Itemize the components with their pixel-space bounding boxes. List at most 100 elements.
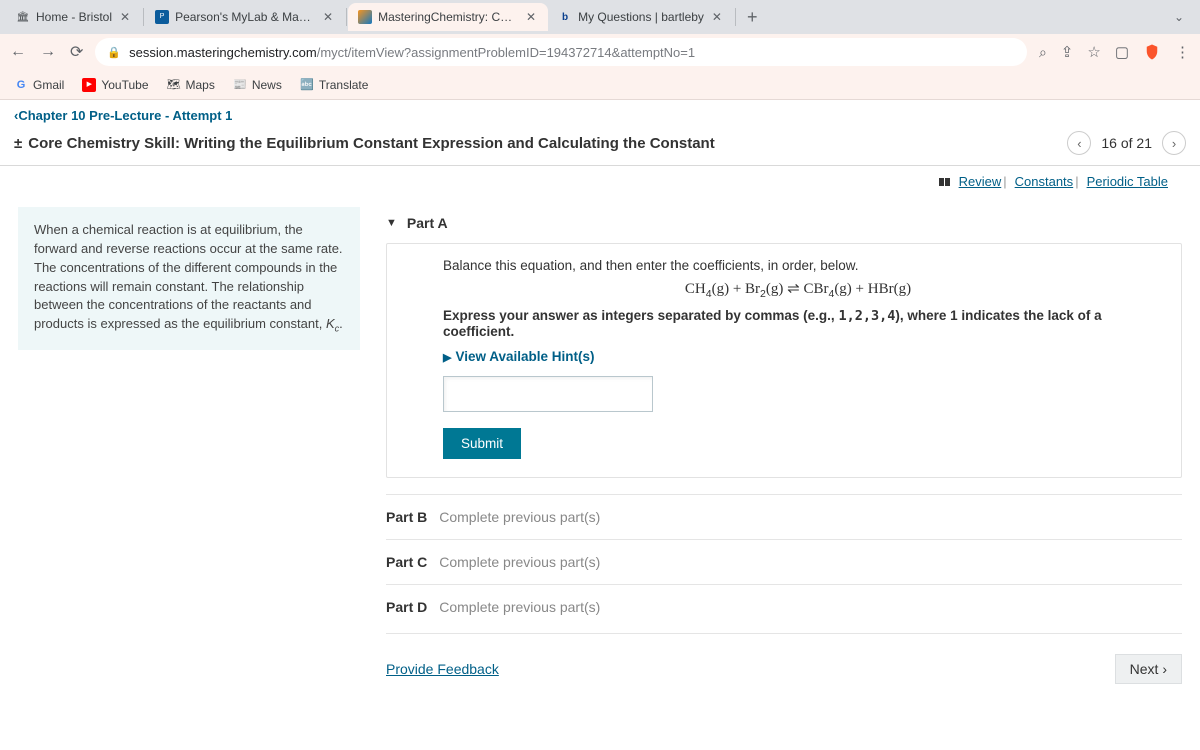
search-icon[interactable]: ⌕ bbox=[1039, 44, 1047, 61]
part-c-label: Part C bbox=[386, 554, 427, 570]
forward-icon[interactable]: → bbox=[40, 43, 56, 61]
bookmarks-bar: G Gmail ▶ YouTube 🗺 Maps 📰News 🔤 Translate bbox=[0, 70, 1200, 100]
bookmark-gmail[interactable]: G Gmail bbox=[14, 78, 64, 92]
caret-down-icon: ▼ bbox=[386, 217, 397, 229]
bookmark-label: Translate bbox=[319, 78, 369, 92]
pager-label: 16 of 21 bbox=[1101, 135, 1152, 151]
intro-text: When a chemical reaction is at equilibri… bbox=[34, 222, 343, 331]
part-b-msg: Complete previous part(s) bbox=[439, 509, 600, 525]
maps-icon: 🗺 bbox=[167, 78, 181, 92]
title-row: ± Core Chemistry Skill: Writing the Equi… bbox=[0, 127, 1200, 166]
next-button[interactable]: Next › bbox=[1115, 654, 1182, 684]
reload-icon[interactable]: ⟳ bbox=[70, 42, 83, 62]
back-icon[interactable]: ← bbox=[10, 43, 26, 61]
tabs-menu-icon[interactable]: ⌄ bbox=[1174, 10, 1184, 24]
hints-label: View Available Hint(s) bbox=[455, 349, 594, 364]
url-domain: session.masteringchemistry.com bbox=[129, 45, 317, 60]
tab-label: Pearson's MyLab & Mastering bbox=[175, 10, 315, 24]
share-icon[interactable]: ⇪ bbox=[1061, 43, 1074, 61]
bookmark-youtube[interactable]: ▶ YouTube bbox=[82, 78, 148, 92]
provide-feedback-link[interactable]: Provide Feedback bbox=[386, 661, 499, 677]
part-b-label: Part B bbox=[386, 509, 427, 525]
close-icon[interactable]: ✕ bbox=[710, 10, 724, 24]
content-area: When a chemical reaction is at equilibri… bbox=[0, 189, 1200, 684]
part-d-row: Part D Complete previous part(s) bbox=[386, 584, 1182, 629]
breadcrumb-link[interactable]: ‹Chapter 10 Pre-Lecture - Attempt 1 bbox=[14, 108, 232, 123]
separator: | bbox=[1075, 174, 1078, 189]
main-column: ▼ Part A Balance this equation, and then… bbox=[386, 207, 1182, 684]
breadcrumb: ‹Chapter 10 Pre-Lecture - Attempt 1 bbox=[0, 100, 1200, 127]
tab-separator bbox=[346, 8, 347, 26]
submit-button[interactable]: Submit bbox=[443, 428, 521, 459]
pager-next-button[interactable]: › bbox=[1162, 131, 1186, 155]
instr-pre: Express your answer as integers separate… bbox=[443, 308, 838, 323]
tab-separator bbox=[735, 8, 736, 26]
bookmark-label: YouTube bbox=[101, 78, 148, 92]
bookmark-label: Gmail bbox=[33, 78, 64, 92]
browser-address-bar: ← → ⟳ 🔒 session.masteringchemistry.com/m… bbox=[0, 34, 1200, 70]
tab-favicon bbox=[358, 10, 372, 24]
plusminus-icon: ± bbox=[14, 135, 22, 152]
answer-input[interactable] bbox=[443, 376, 653, 412]
question-text: Balance this equation, and then enter th… bbox=[443, 258, 1153, 273]
close-icon[interactable]: ✕ bbox=[321, 10, 335, 24]
instr-code: 1,2,3,4 bbox=[838, 308, 895, 324]
answer-instructions: Express your answer as integers separate… bbox=[443, 308, 1153, 339]
intro-symbol: K bbox=[326, 316, 335, 331]
url-input[interactable]: 🔒 session.masteringchemistry.com/myct/it… bbox=[95, 38, 1027, 66]
part-a-header[interactable]: ▼ Part A bbox=[386, 207, 1182, 243]
page-body: ‹Chapter 10 Pre-Lecture - Attempt 1 ± Co… bbox=[0, 100, 1200, 684]
tab-favicon: 🏛 bbox=[16, 10, 30, 24]
page-title: Core Chemistry Skill: Writing the Equili… bbox=[28, 135, 1067, 152]
bookmark-label: Maps bbox=[186, 78, 215, 92]
gmail-icon: G bbox=[14, 78, 28, 92]
constants-link[interactable]: Constants bbox=[1015, 174, 1074, 189]
pager-prev-button[interactable]: ‹ bbox=[1067, 131, 1091, 155]
bookmark-translate[interactable]: 🔤 Translate bbox=[300, 78, 369, 92]
part-a-label: Part A bbox=[407, 215, 448, 231]
caret-right-icon: ▶ bbox=[443, 352, 451, 364]
pager: ‹ 16 of 21 › bbox=[1067, 131, 1186, 155]
brave-shields-icon[interactable] bbox=[1143, 43, 1161, 61]
part-d-label: Part D bbox=[386, 599, 427, 615]
bookmark-label: News bbox=[252, 78, 282, 92]
lock-icon: 🔒 bbox=[107, 46, 121, 59]
review-icon bbox=[939, 174, 951, 189]
sidebar-toggle-icon[interactable]: ▢ bbox=[1115, 43, 1129, 61]
new-tab-button[interactable]: + bbox=[737, 7, 768, 28]
tab-mastering-chemistry[interactable]: MasteringChemistry: Chapter 1 ✕ bbox=[348, 3, 548, 31]
bookmark-star-icon[interactable]: ☆ bbox=[1087, 43, 1100, 61]
tab-home-bristol[interactable]: 🏛 Home - Bristol ✕ bbox=[6, 3, 142, 31]
part-c-msg: Complete previous part(s) bbox=[439, 554, 600, 570]
url-path: /myct/itemView?assignmentProblemID=19437… bbox=[317, 45, 695, 60]
tab-favicon: P bbox=[155, 10, 169, 24]
bookmark-maps[interactable]: 🗺 Maps bbox=[167, 78, 215, 92]
view-hints-toggle[interactable]: ▶ View Available Hint(s) bbox=[443, 349, 1153, 364]
browser-tabbar: 🏛 Home - Bristol ✕ P Pearson's MyLab & M… bbox=[0, 0, 1200, 34]
close-icon[interactable]: ✕ bbox=[524, 10, 538, 24]
part-d-msg: Complete previous part(s) bbox=[439, 599, 600, 615]
part-b-row: Part B Complete previous part(s) bbox=[386, 494, 1182, 539]
youtube-icon: ▶ bbox=[82, 78, 96, 92]
tab-separator bbox=[143, 8, 144, 26]
breadcrumb-label: Chapter 10 Pre-Lecture - Attempt 1 bbox=[18, 108, 232, 123]
part-c-row: Part C Complete previous part(s) bbox=[386, 539, 1182, 584]
close-icon[interactable]: ✕ bbox=[118, 10, 132, 24]
translate-icon: 🔤 bbox=[300, 78, 314, 92]
periodic-table-link[interactable]: Periodic Table bbox=[1087, 174, 1168, 189]
menu-dots-icon[interactable]: ⋮ bbox=[1175, 43, 1190, 61]
footer-row: Provide Feedback Next › bbox=[386, 633, 1182, 684]
tab-bartleby[interactable]: b My Questions | bartleby ✕ bbox=[548, 3, 734, 31]
tab-favicon: b bbox=[558, 10, 572, 24]
tab-label: My Questions | bartleby bbox=[578, 10, 704, 24]
review-link[interactable]: Review bbox=[959, 174, 1002, 189]
tab-pearson[interactable]: P Pearson's MyLab & Mastering ✕ bbox=[145, 3, 345, 31]
toolbar-links: Review | Constants | Periodic Table bbox=[0, 166, 1200, 189]
separator: | bbox=[1003, 174, 1006, 189]
tab-label: MasteringChemistry: Chapter 1 bbox=[378, 10, 518, 24]
intro-subscript: c bbox=[335, 324, 340, 334]
chemical-equation: CH4(g) + Br2(g) ⇌ CBr4(g) + HBr(g) bbox=[443, 279, 1153, 300]
bookmark-news[interactable]: 📰News bbox=[233, 78, 282, 92]
intro-text-box: When a chemical reaction is at equilibri… bbox=[18, 207, 360, 350]
tab-label: Home - Bristol bbox=[36, 10, 112, 24]
